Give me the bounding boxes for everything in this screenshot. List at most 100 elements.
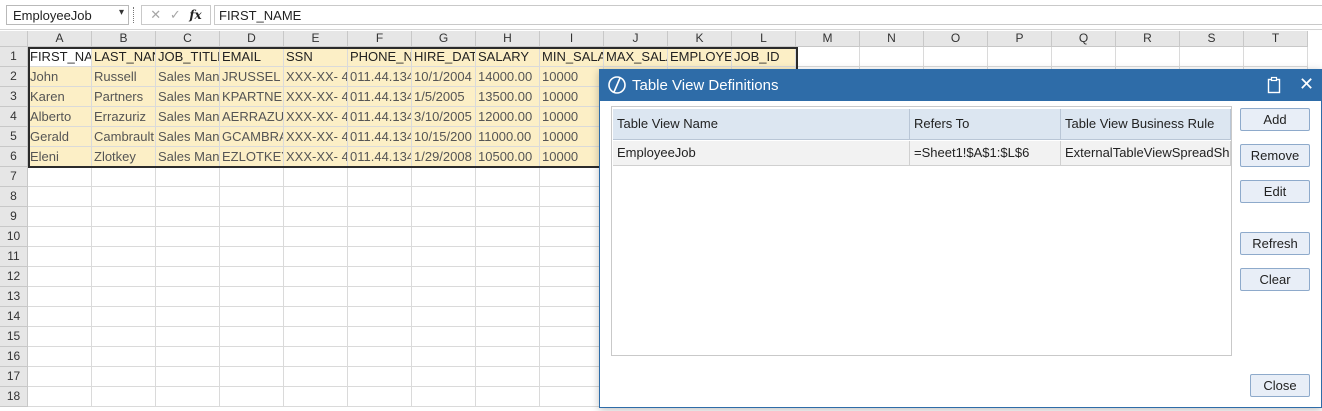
column-header-f[interactable]: F — [348, 31, 412, 47]
name-box[interactable]: EmployeeJob ▾ — [6, 5, 129, 25]
cell-d3[interactable]: KPARTNER — [220, 87, 284, 107]
cell-i3[interactable]: 10000 — [540, 87, 604, 107]
cell-e15[interactable] — [284, 327, 348, 347]
cell-d4[interactable]: AERRAZUF — [220, 107, 284, 127]
cell-d10[interactable] — [220, 227, 284, 247]
cell-f6[interactable]: 011.44.134 — [348, 147, 412, 167]
cell-e18[interactable] — [284, 387, 348, 407]
column-header-n[interactable]: N — [860, 31, 924, 47]
cell-c7[interactable] — [156, 167, 220, 187]
cell-i2[interactable]: 10000 — [540, 67, 604, 87]
cell-i18[interactable] — [540, 387, 604, 407]
cell-a15[interactable] — [28, 327, 92, 347]
cell-h6[interactable]: 10500.00 — [476, 147, 540, 167]
cell-a2[interactable]: John — [28, 67, 92, 87]
cell-g10[interactable] — [412, 227, 476, 247]
cell-c4[interactable]: Sales Man — [156, 107, 220, 127]
cell-f2[interactable]: 011.44.134 — [348, 67, 412, 87]
edit-button[interactable]: Edit — [1240, 180, 1310, 203]
column-header-p[interactable]: P — [988, 31, 1052, 47]
row-header-9[interactable]: 9 — [0, 207, 28, 227]
cell-e3[interactable]: XXX-XX- 41 — [284, 87, 348, 107]
cell-g8[interactable] — [412, 187, 476, 207]
column-header-business-rule[interactable]: Table View Business Rule — [1061, 109, 1231, 140]
cell-f10[interactable] — [348, 227, 412, 247]
cell-j1[interactable]: MAX_SALA — [604, 47, 668, 67]
cell-h8[interactable] — [476, 187, 540, 207]
cell-b14[interactable] — [92, 307, 156, 327]
row-header-6[interactable]: 6 — [0, 147, 28, 167]
cell-b17[interactable] — [92, 367, 156, 387]
row-header-13[interactable]: 13 — [0, 287, 28, 307]
cell-g15[interactable] — [412, 327, 476, 347]
cell-g4[interactable]: 3/10/2005 — [412, 107, 476, 127]
remove-button[interactable]: Remove — [1240, 144, 1310, 167]
row-header-14[interactable]: 14 — [0, 307, 28, 327]
cell-a18[interactable] — [28, 387, 92, 407]
row-header-8[interactable]: 8 — [0, 187, 28, 207]
row-header-4[interactable]: 4 — [0, 107, 28, 127]
row-header-11[interactable]: 11 — [0, 247, 28, 267]
column-header-a[interactable]: A — [28, 31, 92, 47]
column-header-i[interactable]: I — [540, 31, 604, 47]
cell-a14[interactable] — [28, 307, 92, 327]
cell-h4[interactable]: 12000.00 — [476, 107, 540, 127]
cell-d8[interactable] — [220, 187, 284, 207]
cell-d6[interactable]: EZLOTKEY — [220, 147, 284, 167]
cell-b13[interactable] — [92, 287, 156, 307]
cell-i13[interactable] — [540, 287, 604, 307]
cell-c16[interactable] — [156, 347, 220, 367]
cell-h17[interactable] — [476, 367, 540, 387]
cell-h12[interactable] — [476, 267, 540, 287]
cell-h1[interactable]: SALARY — [476, 47, 540, 67]
row-header-3[interactable]: 3 — [0, 87, 28, 107]
cell-h9[interactable] — [476, 207, 540, 227]
cell-i14[interactable] — [540, 307, 604, 327]
cell-g2[interactable]: 10/1/2004 — [412, 67, 476, 87]
table-view-name-cell[interactable]: EmployeeJob — [613, 141, 910, 166]
cell-b15[interactable] — [92, 327, 156, 347]
cell-b7[interactable] — [92, 167, 156, 187]
cell-f12[interactable] — [348, 267, 412, 287]
cell-h10[interactable] — [476, 227, 540, 247]
cell-d7[interactable] — [220, 167, 284, 187]
row-header-1[interactable]: 1 — [0, 47, 28, 67]
cell-c2[interactable]: Sales Man — [156, 67, 220, 87]
cell-c13[interactable] — [156, 287, 220, 307]
cell-e11[interactable] — [284, 247, 348, 267]
cell-c18[interactable] — [156, 387, 220, 407]
cell-b18[interactable] — [92, 387, 156, 407]
cell-b12[interactable] — [92, 267, 156, 287]
enter-icon[interactable]: ✓ — [170, 7, 181, 23]
cell-c14[interactable] — [156, 307, 220, 327]
column-header-table-view-name[interactable]: Table View Name — [613, 109, 910, 140]
cell-e5[interactable]: XXX-XX- 40 — [284, 127, 348, 147]
cell-g11[interactable] — [412, 247, 476, 267]
cell-d5[interactable]: GCAMBRA — [220, 127, 284, 147]
column-header-j[interactable]: J — [604, 31, 668, 47]
cell-b8[interactable] — [92, 187, 156, 207]
cell-i12[interactable] — [540, 267, 604, 287]
cell-f1[interactable]: PHONE_N — [348, 47, 412, 67]
cell-i11[interactable] — [540, 247, 604, 267]
cell-r1[interactable] — [1116, 47, 1180, 67]
cell-d9[interactable] — [220, 207, 284, 227]
cell-c15[interactable] — [156, 327, 220, 347]
cell-f13[interactable] — [348, 287, 412, 307]
cell-a4[interactable]: Alberto — [28, 107, 92, 127]
column-header-r[interactable]: R — [1116, 31, 1180, 47]
cell-e17[interactable] — [284, 367, 348, 387]
cell-g14[interactable] — [412, 307, 476, 327]
cell-n1[interactable] — [860, 47, 924, 67]
cell-a16[interactable] — [28, 347, 92, 367]
column-header-k[interactable]: K — [668, 31, 732, 47]
cell-g9[interactable] — [412, 207, 476, 227]
cell-c1[interactable]: JOB_TITLE — [156, 47, 220, 67]
cell-e2[interactable]: XXX-XX- 42 — [284, 67, 348, 87]
cell-i6[interactable]: 10000 — [540, 147, 604, 167]
column-header-o[interactable]: O — [924, 31, 988, 47]
cell-e12[interactable] — [284, 267, 348, 287]
cell-b4[interactable]: Errazuriz — [92, 107, 156, 127]
cell-d16[interactable] — [220, 347, 284, 367]
cell-f4[interactable]: 011.44.134 — [348, 107, 412, 127]
